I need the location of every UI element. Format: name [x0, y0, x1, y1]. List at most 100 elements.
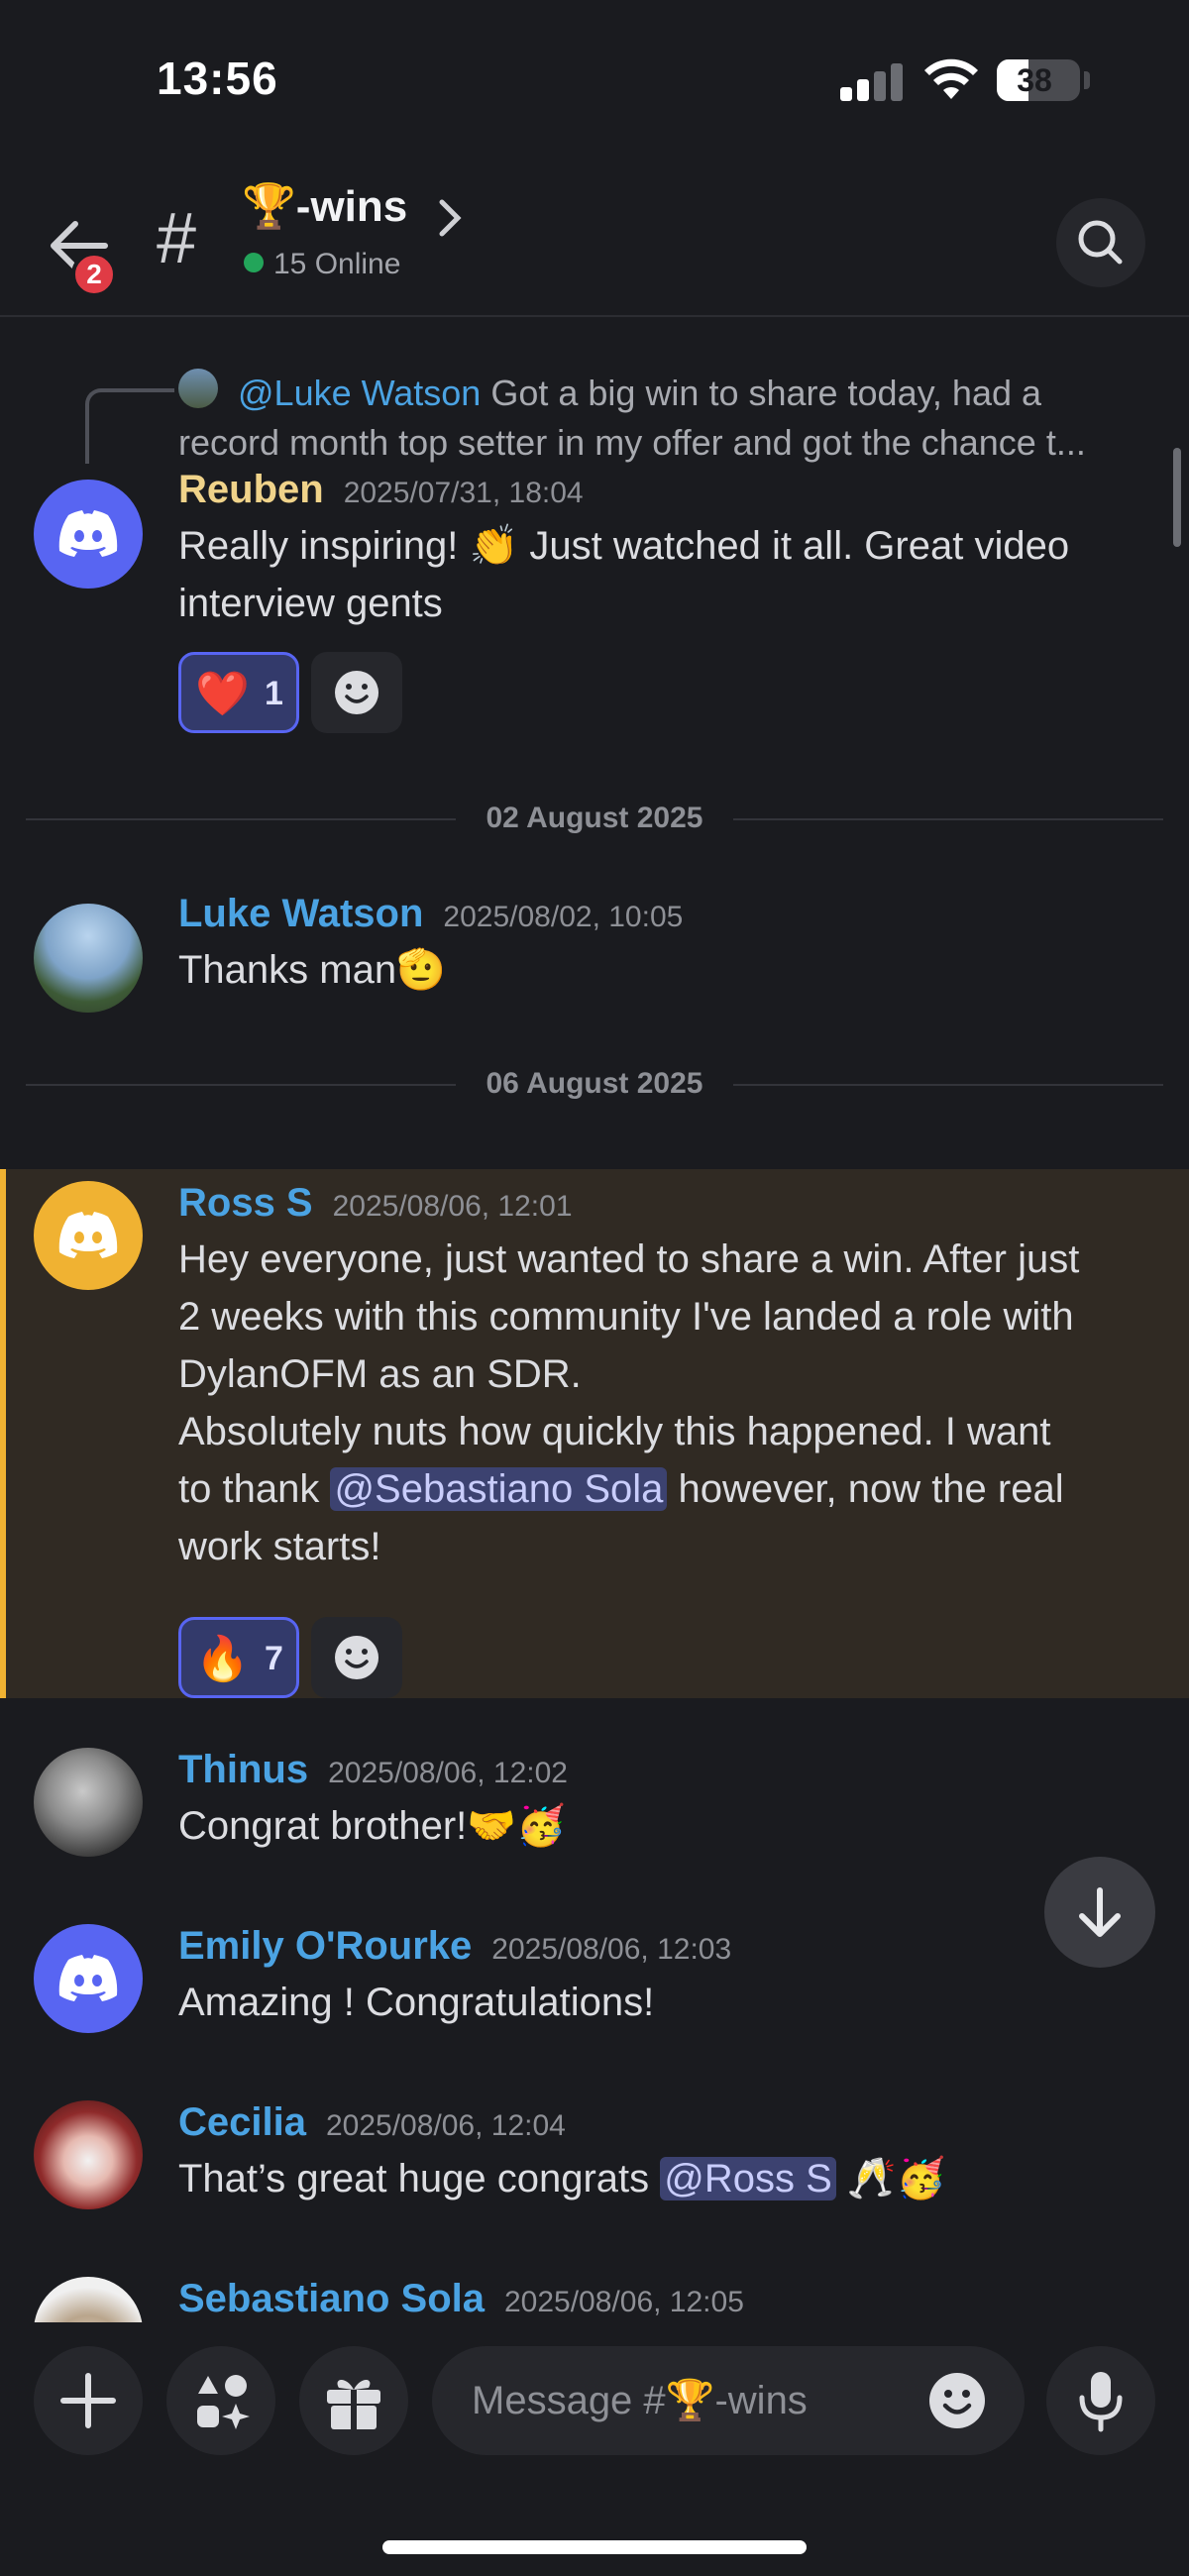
- search-icon: [1078, 220, 1123, 265]
- channel-name[interactable]: 🏆-wins: [242, 180, 407, 232]
- message-input-placeholder: Message #🏆-wins: [472, 2379, 808, 2422]
- discord-logo-icon: [58, 510, 118, 557]
- text-segment: 🥂🥳: [835, 2157, 946, 2200]
- gift-icon: [327, 2380, 380, 2429]
- add-reaction-icon: [335, 671, 378, 714]
- online-dot: [244, 253, 264, 272]
- user-mention[interactable]: @Ross S: [660, 2157, 836, 2200]
- message-input[interactable]: Message #🏆-wins: [432, 2346, 1025, 2455]
- battery-percent: 38: [1017, 62, 1052, 98]
- date-divider-label: 02 August 2025: [462, 802, 727, 834]
- message-line: to thank @Sebastiano Sola however, now t…: [178, 1460, 1149, 1518]
- date-divider: 02 August 2025: [26, 799, 1163, 838]
- reaction-heart[interactable]: ❤️ 1: [178, 652, 299, 733]
- reaction-count: 7: [265, 1640, 283, 1677]
- discord-logo-icon: [58, 1212, 118, 1258]
- text-segment: That’s great huge congrats: [178, 2157, 661, 2200]
- add-reaction-icon: [335, 1636, 378, 1679]
- author-name[interactable]: Emily O'Rourke: [178, 1924, 472, 1968]
- message-content: Thanks man🫡: [178, 941, 1149, 999]
- message-line: Absolutely nuts how quickly this happene…: [178, 1410, 1051, 1453]
- text-segment: however, now the real: [667, 1467, 1064, 1511]
- message-composer: Message #🏆-wins: [0, 2322, 1189, 2576]
- message-content: Congrat brother!🤝🥳: [178, 1797, 1149, 1855]
- message-line: interview gents: [178, 582, 443, 625]
- avatar[interactable]: [34, 1748, 143, 1857]
- message-line: Congrat brother!🤝🥳: [178, 1804, 566, 1848]
- author-line: Sebastiano Sola 2025/08/06, 12:05: [178, 2277, 744, 2321]
- channel-header: 2 # 🏆-wins 15 Online: [0, 168, 1189, 317]
- add-attachment-button[interactable]: [34, 2346, 143, 2455]
- add-reaction-button[interactable]: [311, 1617, 402, 1698]
- message-line: Thanks man🫡: [178, 948, 446, 992]
- message-line: That’s great huge congrats @Ross S 🥂🥳: [178, 2150, 1149, 2207]
- online-count-label: 15 Online: [273, 248, 401, 280]
- message-line: DylanOFM as an SDR.: [178, 1352, 582, 1396]
- reaction-count: 1: [265, 675, 283, 712]
- reply-connector: [85, 388, 174, 464]
- author-name[interactable]: Reuben: [178, 468, 324, 511]
- search-button[interactable]: [1056, 198, 1145, 287]
- unread-badge: 2: [71, 252, 117, 297]
- reaction-fire[interactable]: 🔥 7: [178, 1617, 299, 1698]
- message-content: That’s great huge congrats @Ross S 🥂🥳: [178, 2150, 1149, 2207]
- author-line: Emily O'Rourke 2025/08/06, 12:03: [178, 1924, 731, 1969]
- message-line: work starts!: [178, 1525, 381, 1568]
- battery-tip: [1084, 71, 1090, 89]
- timestamp: 2025/08/02, 10:05: [443, 901, 684, 933]
- timestamp: 2025/08/06, 12:04: [325, 2109, 566, 2142]
- message-list[interactable]: @Luke Watson Got a big win to share toda…: [0, 319, 1189, 2322]
- discord-logo-icon: [58, 1955, 118, 2001]
- user-mention[interactable]: @Sebastiano Sola: [330, 1467, 668, 1511]
- text-segment: to thank: [178, 1467, 331, 1511]
- timestamp: 2025/08/06, 12:03: [491, 1933, 732, 1966]
- timestamp: 2025/08/06, 12:01: [332, 1190, 573, 1223]
- gift-button[interactable]: [299, 2346, 408, 2455]
- author-name[interactable]: Thinus: [178, 1748, 308, 1791]
- plus-icon: [60, 2373, 116, 2428]
- date-divider: 06 August 2025: [26, 1064, 1163, 1104]
- author-name[interactable]: Luke Watson: [178, 892, 423, 935]
- author-line: Thinus 2025/08/06, 12:02: [178, 1748, 568, 1792]
- battery-icon: 38: [997, 59, 1080, 101]
- status-bar: 13:56 38: [0, 0, 1189, 159]
- add-reaction-button[interactable]: [311, 652, 402, 733]
- author-line: Cecilia 2025/08/06, 12:04: [178, 2100, 566, 2145]
- cellular-signal-icon: [840, 61, 904, 101]
- message-content: Amazing ! Congratulations!: [178, 1974, 1149, 2031]
- author-line: Reuben 2025/07/31, 18:04: [178, 468, 584, 512]
- emoji-icon[interactable]: [927, 2371, 987, 2430]
- reaction-emoji: 🔥: [195, 1635, 250, 1683]
- timestamp: 2025/07/31, 18:04: [343, 477, 584, 509]
- reply-mention[interactable]: @Luke Watson: [178, 373, 481, 413]
- avatar[interactable]: [34, 1181, 143, 1290]
- channel-hash-icon: #: [157, 199, 197, 278]
- arrow-down-icon: [1079, 1887, 1121, 1937]
- message-line: 2 weeks with this community I've landed …: [178, 1295, 1074, 1339]
- message-content: Really inspiring! 👏 Just watched it all.…: [178, 517, 1149, 632]
- home-indicator[interactable]: [382, 2540, 807, 2554]
- author-name[interactable]: Cecilia: [178, 2100, 306, 2144]
- reply-text-line1: Got a big win to share today, had a: [490, 373, 1042, 413]
- jump-to-bottom-button[interactable]: [1044, 1857, 1155, 1968]
- author-line: Luke Watson 2025/08/02, 10:05: [178, 892, 683, 936]
- author-name[interactable]: Sebastiano Sola: [178, 2277, 485, 2320]
- avatar[interactable]: [34, 904, 143, 1013]
- message-line: Really inspiring! 👏 Just watched it all.…: [178, 524, 1070, 568]
- chevron-right-icon[interactable]: [438, 198, 462, 238]
- timestamp: 2025/08/06, 12:05: [503, 2286, 744, 2318]
- online-count: 15 Online: [244, 248, 400, 281]
- voice-message-button[interactable]: [1046, 2346, 1155, 2455]
- avatar[interactable]: [34, 2100, 143, 2209]
- microphone-icon: [1079, 2372, 1123, 2432]
- date-divider-label: 06 August 2025: [462, 1067, 727, 1100]
- message-content: Hey everyone, just wanted to share a win…: [178, 1231, 1149, 1575]
- author-name[interactable]: Ross S: [178, 1181, 313, 1225]
- avatar[interactable]: [34, 480, 143, 589]
- author-line: Ross S 2025/08/06, 12:01: [178, 1181, 573, 1226]
- reply-preview[interactable]: @Luke Watson Got a big win to share toda…: [178, 369, 1159, 468]
- avatar[interactable]: [34, 2277, 143, 2322]
- avatar[interactable]: [34, 1924, 143, 2033]
- apps-button[interactable]: [166, 2346, 275, 2455]
- scrollbar-thumb[interactable]: [1173, 448, 1181, 547]
